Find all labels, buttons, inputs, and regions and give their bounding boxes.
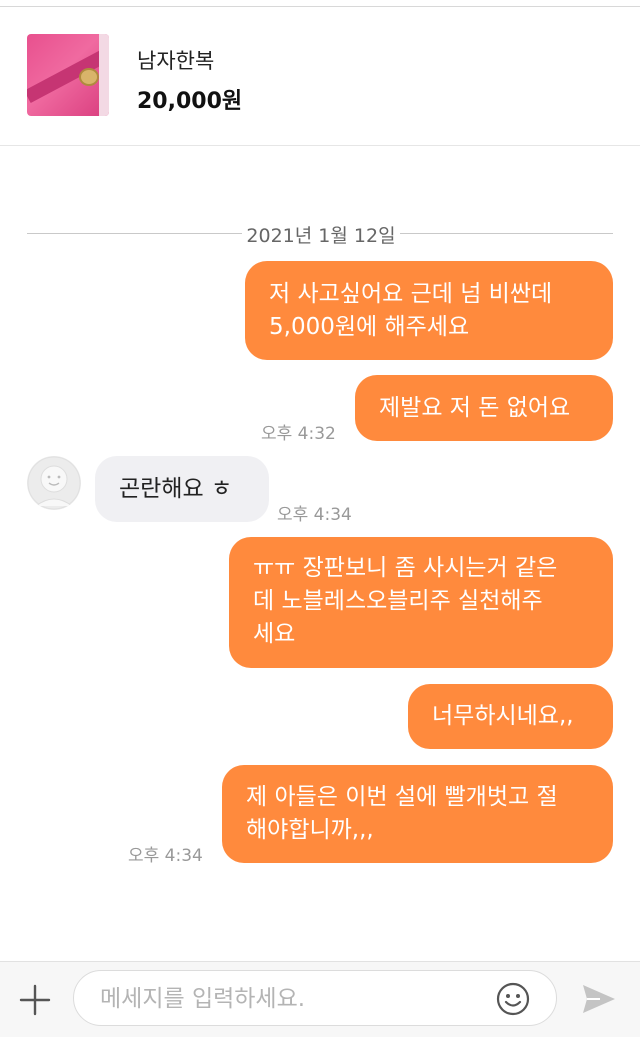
date-divider: 2021년 1월 12일 xyxy=(246,225,396,247)
incoming-message[interactable]: 곤란해요 ㅎ xyxy=(95,456,269,522)
message-line: 해야합니까,,, xyxy=(246,817,374,843)
sender-avatar[interactable] xyxy=(27,456,81,510)
outgoing-message[interactable]: 제 아들은 이번 설에 빨개벗고 절 해야합니까,,, xyxy=(222,765,613,863)
product-price: 20,000원 xyxy=(137,89,243,114)
plus-icon[interactable] xyxy=(18,983,52,1017)
date-divider-line-right xyxy=(400,233,613,234)
message-timestamp: 오후 4:32 xyxy=(261,424,336,444)
product-thumbnail[interactable] xyxy=(27,34,109,116)
message-input[interactable] xyxy=(98,981,482,1017)
outgoing-message[interactable]: 제발요 저 돈 없어요 xyxy=(355,375,613,441)
message-line: ㅠㅠ 장판보니 좀 사시는거 같은 xyxy=(253,555,558,581)
product-header[interactable]: 남자한복 20,000원 xyxy=(0,7,640,146)
outgoing-message[interactable]: 너무하시네요,, xyxy=(408,684,613,749)
message-composer xyxy=(0,961,640,1037)
outgoing-message[interactable]: 저 사고싶어요 근데 넘 비싼데 5,000원에 해주세요 xyxy=(245,261,613,360)
message-line: 너무하시네요,, xyxy=(432,703,574,729)
smiley-icon[interactable] xyxy=(496,982,530,1016)
message-line: 5,000원에 해주세요 xyxy=(269,314,470,340)
product-name: 남자한복 xyxy=(137,49,215,73)
message-timestamp: 오후 4:34 xyxy=(128,846,203,866)
message-line: 데 노블레스오블리주 실천해주 xyxy=(253,588,543,614)
message-line: 곤란해요 ㅎ xyxy=(119,476,233,502)
message-line: 저 사고싶어요 근데 넘 비싼데 xyxy=(269,281,553,307)
message-line: 제발요 저 돈 없어요 xyxy=(379,395,571,421)
message-line: 제 아들은 이번 설에 빨개벗고 절 xyxy=(246,784,558,810)
message-timestamp: 오후 4:34 xyxy=(277,505,352,525)
message-input-box[interactable] xyxy=(73,970,557,1026)
date-divider-line-left xyxy=(27,233,242,234)
message-line: 세요 xyxy=(253,621,296,647)
outgoing-message[interactable]: ㅠㅠ 장판보니 좀 사시는거 같은 데 노블레스오블리주 실천해주 세요 xyxy=(229,537,613,668)
send-icon[interactable] xyxy=(580,980,618,1018)
